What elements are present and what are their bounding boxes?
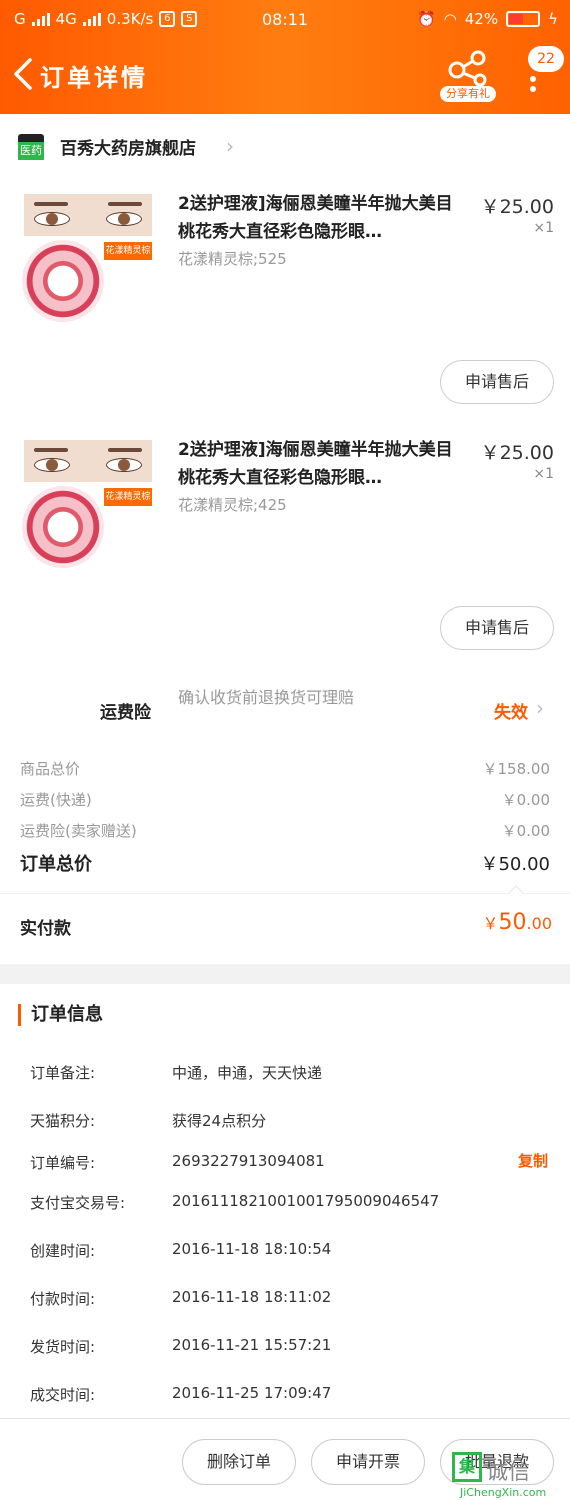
product-quantity: ×1: [533, 220, 554, 236]
order-info-key: 支付宝交易号:: [30, 1194, 126, 1212]
order-number-value: 2693227913094081: [172, 1152, 325, 1170]
shop-row[interactable]: 医药 百秀大药房旗舰店 ›: [0, 114, 570, 178]
order-info-key: 成交时间:: [30, 1386, 96, 1404]
goods-total-label: 商品总价: [20, 760, 81, 778]
freight-insurance-status: 失效: [494, 703, 528, 723]
carrier-label: G: [14, 10, 26, 28]
after-sale-button[interactable]: 申请售后: [440, 360, 554, 404]
insurance-value: ￥0.00: [501, 822, 550, 840]
order-info-key: 订单编号:: [30, 1154, 96, 1172]
order-total-value: ￥50.00: [480, 854, 550, 875]
chevron-right-icon: ›: [536, 696, 544, 720]
contact-lens-image: [22, 240, 104, 322]
back-arrow-icon[interactable]: [8, 56, 38, 92]
freight-insurance-desc: 确认收货前退换货可理赔: [178, 688, 355, 707]
watermark-box: 集: [452, 1452, 482, 1482]
battery-level: 42%: [464, 10, 499, 28]
goods-total-row: 商品总价 ￥158.00: [20, 758, 550, 779]
shipping-row: 运费(快递) ￥0.00: [20, 789, 550, 810]
paid-row: 实付款 ￥50.00: [0, 894, 570, 960]
nav-bar: 订单详情 分享有礼 22: [0, 44, 570, 106]
alarm-icon: ⏰: [416, 10, 436, 28]
watermark-text: 诚信: [486, 1460, 531, 1485]
product-image: 花漾精灵棕: [20, 440, 154, 570]
network-speed: 0.3K/s: [106, 10, 154, 28]
share-button[interactable]: 分享有礼: [440, 48, 496, 104]
watermark-logo: 集 诚信 JiChengXin.com: [452, 1452, 568, 1499]
signal-icon: [82, 12, 101, 26]
delete-order-button[interactable]: 删除订单: [182, 1439, 296, 1485]
charging-icon: ϟ: [548, 10, 558, 28]
paid-label: 实付款: [20, 919, 71, 939]
status-bar: G 4G 0.3K/s 6 S 08:11 ⏰ ◠ 42% ϟ: [0, 10, 570, 30]
order-info-value: 中通，申通，天天快递: [172, 1064, 323, 1082]
currency-symbol: ￥: [482, 914, 499, 933]
order-info-value: 2016-11-21 15:57:21: [172, 1336, 332, 1354]
product-price: ￥25.00: [480, 196, 554, 218]
order-info-value: 获得24点积分: [172, 1112, 267, 1130]
section-gap: [0, 964, 570, 984]
freight-insurance-row[interactable]: 运费险 确认收货前退换货可理赔 失效 ›: [0, 676, 570, 746]
wifi-icon: ◠: [443, 10, 457, 28]
watermark-url: JiChengXin.com: [460, 1486, 547, 1499]
message-count-badge: 22: [528, 46, 564, 72]
after-sale-button[interactable]: 申请售后: [440, 606, 554, 650]
product-image-tag: 花漾精灵棕: [104, 488, 152, 506]
contact-lens-image: [22, 486, 104, 568]
caret-up-icon: [508, 885, 524, 894]
tmall-pharmacy-icon: 医药: [18, 134, 44, 160]
network-label: 4G: [55, 10, 77, 28]
paid-amount-decimal: .00: [526, 914, 552, 933]
order-item[interactable]: 花漾精灵棕 2送护理液]海俪恩美瞳半年抛大美目桃花秀大直径彩色隐形眼… 花漾精灵…: [0, 424, 570, 670]
apply-invoice-button[interactable]: 申请开票: [311, 1439, 425, 1485]
product-title: 2送护理液]海俪恩美瞳半年抛大美目桃花秀大直径彩色隐形眼…: [178, 194, 453, 242]
order-info-key: 天猫积分:: [30, 1112, 96, 1130]
product-image: 花漾精灵棕: [20, 194, 154, 324]
insurance-row: 运费险(卖家赠送) ￥0.00: [20, 820, 550, 841]
notification-icon: 6: [159, 11, 176, 27]
product-spec: 花漾精灵棕;425: [178, 496, 287, 514]
product-spec: 花漾精灵棕;525: [178, 250, 287, 268]
order-info-key: 发货时间:: [30, 1338, 96, 1356]
product-title: 2送护理液]海俪恩美瞳半年抛大美目桃花秀大直径彩色隐形眼…: [178, 440, 453, 488]
order-info-key: 订单备注:: [30, 1064, 96, 1082]
goods-total-value: ￥158.00: [482, 760, 551, 778]
order-info-value: 2016111821001001795009046547: [172, 1192, 440, 1210]
order-info-value: 2016-11-25 17:09:47: [172, 1384, 332, 1402]
copy-order-number-button[interactable]: 复制: [518, 1150, 548, 1171]
share-label: 分享有礼: [440, 86, 496, 102]
page-title: 订单详情: [40, 64, 148, 92]
shipping-value: ￥0.00: [501, 791, 550, 809]
more-dots-icon: [530, 76, 536, 96]
order-info-key: 付款时间:: [30, 1290, 96, 1308]
notification-icon: S: [181, 11, 198, 27]
chevron-right-icon: ›: [226, 134, 234, 158]
paid-amount-integer: 50: [498, 910, 527, 935]
order-info-value: 2016-11-18 18:10:54: [172, 1240, 332, 1258]
product-quantity: ×1: [533, 466, 554, 482]
share-icon: [448, 50, 487, 87]
product-image-tag: 花漾精灵棕: [104, 242, 152, 260]
order-total-label: 订单总价: [20, 854, 92, 875]
shipping-label: 运费(快递): [20, 791, 92, 809]
more-menu-button[interactable]: 22: [520, 46, 564, 102]
product-price: ￥25.00: [480, 442, 554, 464]
order-info-title: 订单信息: [18, 1004, 103, 1026]
freight-insurance-label: 运费险: [100, 703, 151, 723]
app-header: G 4G 0.3K/s 6 S 08:11 ⏰ ◠ 42% ϟ 订单详情 分享有…: [0, 0, 570, 114]
insurance-label: 运费险(卖家赠送): [20, 822, 137, 840]
battery-icon: [506, 11, 541, 27]
order-info-value: 2016-11-18 18:11:02: [172, 1288, 332, 1306]
order-item[interactable]: 花漾精灵棕 2送护理液]海俪恩美瞳半年抛大美目桃花秀大直径彩色隐形眼… 花漾精灵…: [0, 178, 570, 424]
signal-icon: [31, 12, 50, 26]
order-total-row: 订单总价 ￥50.00: [20, 850, 550, 876]
order-info-key: 创建时间:: [30, 1242, 96, 1260]
shop-badge: 医药: [18, 142, 44, 160]
clock: 08:11: [262, 10, 309, 29]
shop-name: 百秀大药房旗舰店: [60, 139, 196, 159]
paid-amount: ￥50.00: [483, 910, 552, 935]
